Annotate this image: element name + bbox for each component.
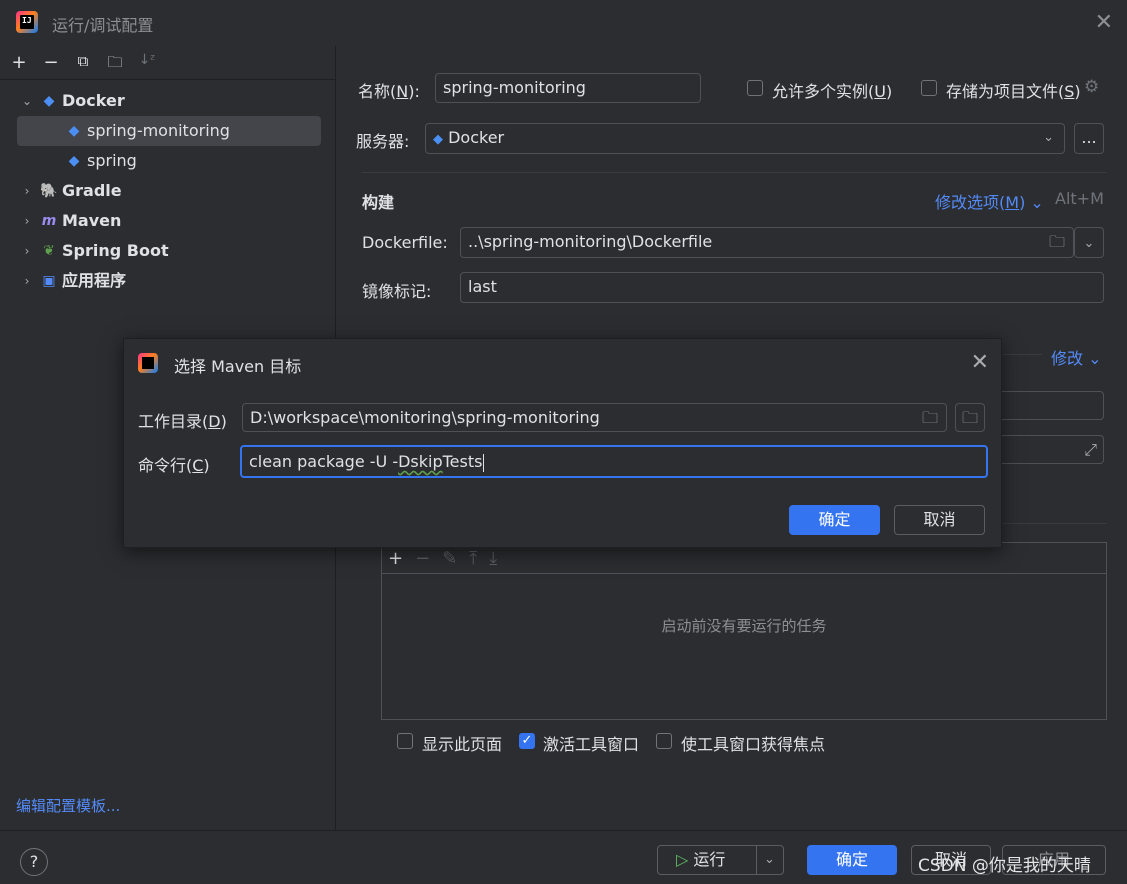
folder-icon[interactable]: 🗀 <box>922 404 938 431</box>
store-as-file-label: 存储为项目文件(S) <box>946 82 1081 101</box>
watermark: CSDN @你是我的天晴 <box>918 856 1091 876</box>
edit-config-templates-link[interactable]: 编辑配置模板... <box>16 795 120 816</box>
divider <box>0 79 336 80</box>
docker-icon: ◆ <box>433 132 443 147</box>
add-icon[interactable]: + <box>388 548 403 569</box>
modify-options-link[interactable]: 修改选项(M) ⌄ <box>935 189 1044 213</box>
store-as-file-checkbox[interactable] <box>921 80 937 96</box>
chevron-right-icon[interactable]: › <box>20 266 34 296</box>
working-dir-label: 工作目录(D) <box>138 412 227 431</box>
working-dir-input[interactable]: D:\workspace\monitoring\spring-monitorin… <box>242 403 947 432</box>
move-down-icon[interactable]: ⤓ <box>489 548 497 569</box>
dialog-ok-button[interactable]: 确定 <box>789 505 880 535</box>
allow-multiple-label: 允许多个实例(U) <box>772 82 893 101</box>
focus-tool-window-label: 使工具窗口获得焦点 <box>681 735 826 754</box>
docker-icon: ◆ <box>68 123 80 139</box>
move-up-icon[interactable]: ⤒ <box>469 548 477 569</box>
image-tag-label: 镜像标记: <box>362 282 432 301</box>
hidden-field-1[interactable] <box>997 391 1104 420</box>
remove-icon[interactable]: − <box>40 52 62 77</box>
chevron-right-icon[interactable]: › <box>20 206 34 236</box>
ok-button[interactable]: 确定 <box>807 845 897 875</box>
close-icon[interactable]: ✕ <box>971 350 989 375</box>
title-bar: IJ 运行/调试配置 ✕ <box>0 0 1127 46</box>
chevron-down-icon: ⌄ <box>1083 236 1095 251</box>
chevron-down-icon[interactable]: ⌄ <box>764 846 775 874</box>
spring-boot-icon: ❦ <box>43 243 55 259</box>
chevron-down-icon: ⌄ <box>1088 349 1102 368</box>
server-select[interactable]: ◆ Docker ⌄ <box>425 123 1065 154</box>
tree-item-spring[interactable]: ◆ spring <box>17 146 321 176</box>
hidden-field-2[interactable]: ⤢ <box>997 435 1104 464</box>
command-line-label: 命令行(C) <box>138 456 210 475</box>
docker-icon: ◆ <box>43 93 55 109</box>
server-label: 服务器: <box>356 132 410 151</box>
sort-icon[interactable]: ↓ᶻ <box>136 52 158 77</box>
dockerfile-label: Dockerfile: <box>362 233 448 252</box>
focus-tool-window-checkbox[interactable] <box>656 733 672 749</box>
server-more-button[interactable]: ... <box>1074 123 1104 154</box>
show-page-label: 显示此页面 <box>422 735 503 754</box>
bottom-bar: ? ▷ 运行 ⌄ 确定 取消 应用 CSDN @你是我的天晴 <box>0 830 1127 884</box>
build-section-title: 构建 <box>362 193 395 212</box>
tree-toolbar: + − ⧉ 🗀 ↓ᶻ <box>8 52 158 77</box>
intellij-logo-icon: IJ <box>16 11 38 33</box>
activate-tool-window-label: 激活工具窗口 <box>543 735 640 754</box>
gear-icon[interactable]: ⚙ <box>1084 77 1099 97</box>
expand-icon[interactable]: ⤢ <box>1084 436 1097 463</box>
tree-item-spring-boot[interactable]: › ❦ Spring Boot <box>20 236 320 266</box>
tree-item-maven[interactable]: › m Maven <box>20 206 320 236</box>
dockerfile-input[interactable]: ..\spring-monitoring\Dockerfile 🗀 <box>460 227 1074 258</box>
chevron-right-icon[interactable]: › <box>20 176 34 206</box>
edit-icon[interactable]: ✎ <box>442 548 457 569</box>
allow-multiple-checkbox[interactable] <box>747 80 763 96</box>
name-input[interactable]: spring-monitoring <box>435 73 701 103</box>
gradle-icon: 🐘 <box>40 183 58 199</box>
close-icon[interactable]: ✕ <box>1095 10 1113 35</box>
chevron-right-icon[interactable]: › <box>20 236 34 266</box>
folder-icon[interactable]: 🗀 <box>1049 228 1065 256</box>
tree-item-spring-monitoring[interactable]: ◆ spring-monitoring <box>17 116 321 146</box>
copy-icon[interactable]: ⧉ <box>72 52 94 77</box>
chevron-down-icon[interactable]: ⌄ <box>20 86 34 116</box>
dialog-title: 选择 Maven 目标 <box>174 357 302 376</box>
modify-options-shortcut: Alt+M <box>1055 189 1104 208</box>
task-empty-text: 启动前没有要运行的任务 <box>661 617 827 635</box>
window-title: 运行/调试配置 <box>52 16 154 35</box>
run-icon: ▷ <box>676 850 689 869</box>
dockerfile-history-button[interactable]: ⌄ <box>1074 227 1104 258</box>
application-icon: ▣ <box>42 273 56 289</box>
show-page-checkbox[interactable] <box>397 733 413 749</box>
new-folder-icon[interactable]: 🗀 <box>104 52 126 77</box>
maven-goal-dialog: 选择 Maven 目标 ✕ 工作目录(D) D:\workspace\monit… <box>123 338 1002 548</box>
divider <box>756 846 757 874</box>
modify-link[interactable]: 修改 ⌄ <box>1051 345 1102 369</box>
chevron-down-icon: ⌄ <box>1043 130 1054 145</box>
before-launch-tasks: + − ✎ ⤒ ⤓ 启动前没有要运行的任务 <box>381 542 1107 720</box>
text-cursor <box>483 453 485 472</box>
add-icon[interactable]: + <box>8 52 30 77</box>
module-folder-button[interactable]: 🗀 <box>955 403 985 432</box>
tree-item-docker[interactable]: ⌄ ◆ Docker <box>20 86 320 116</box>
name-label: 名称(N): <box>358 82 420 101</box>
help-icon[interactable]: ? <box>20 848 48 876</box>
folder-module-icon: 🗀 <box>961 408 978 427</box>
tree-item-application[interactable]: › ▣ 应用程序 <box>20 266 320 296</box>
activate-tool-window-checkbox[interactable]: ✓ <box>519 733 535 749</box>
maven-icon: m <box>41 213 57 229</box>
divider <box>362 172 1107 173</box>
command-line-input[interactable]: clean package -U -DskipTests <box>240 445 988 478</box>
tree-item-gradle[interactable]: › 🐘 Gradle <box>20 176 320 206</box>
image-tag-input[interactable]: last <box>460 272 1104 303</box>
chevron-down-icon: ⌄ <box>1030 193 1044 212</box>
dialog-cancel-button[interactable]: 取消 <box>894 505 985 535</box>
run-button[interactable]: ▷ 运行 ⌄ <box>657 845 784 875</box>
remove-icon[interactable]: − <box>415 548 430 569</box>
docker-icon: ◆ <box>68 153 80 169</box>
intellij-logo-icon <box>138 353 158 373</box>
